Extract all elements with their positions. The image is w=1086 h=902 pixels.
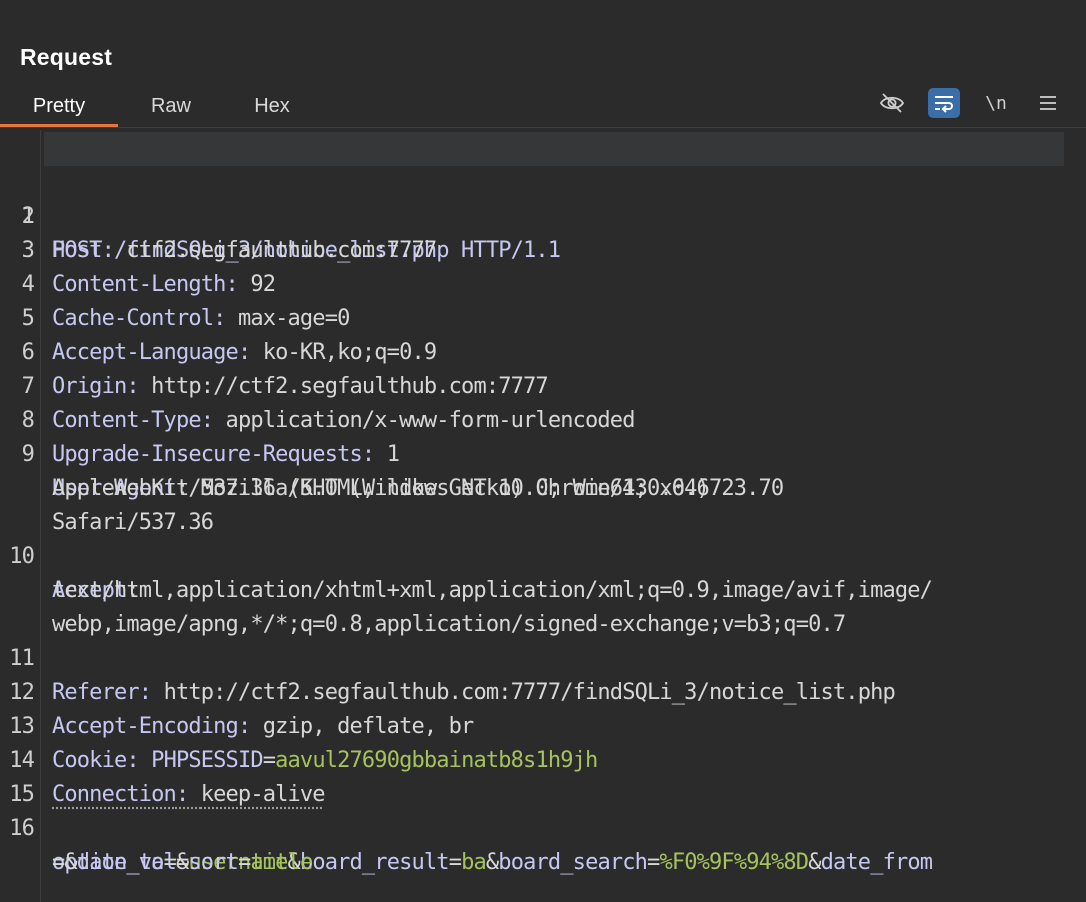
editor-line: 15 bbox=[0, 744, 1086, 807]
request-editor[interactable]: 1 POST /findSQLi_3/notice_list.php HTTP/… bbox=[0, 132, 1086, 875]
tab-hex[interactable]: Hex bbox=[234, 84, 310, 128]
eye-slash-icon[interactable] bbox=[876, 88, 908, 118]
param-value: title bbox=[250, 850, 313, 875]
editor-wrapped-line: text/html,application/xhtml+xml,applicat… bbox=[0, 540, 1086, 603]
editor-wrapped-line: =&date_to=&sort=title bbox=[52, 850, 313, 875]
editor-line: 2 Host: ctf2.segfaulthub.com:7777 bbox=[0, 166, 1086, 263]
param-key: board_result bbox=[299, 850, 450, 875]
editor-wrapped-line: webp,image/apng,*/*;q=0.8,application/si… bbox=[0, 574, 1086, 637]
menu-icon[interactable] bbox=[1032, 88, 1064, 118]
editor-line: 11 Referer: http://ctf2.segfaulthub.com:… bbox=[0, 608, 1086, 705]
tab-raw[interactable]: Raw bbox=[130, 84, 212, 128]
editor-line: 5 Accept-Language: ko-KR,ko;q=0.9 bbox=[0, 268, 1086, 365]
editor-line: 3 Content-Length: 92 bbox=[0, 200, 1086, 297]
param-key: board_search bbox=[498, 850, 648, 875]
editor-line: 9 User-Agent: Mozilla/5.0 (Windows NT 10… bbox=[0, 404, 1086, 501]
editor-line: 16 option_val=username&board_result=ba&b… bbox=[0, 778, 1086, 875]
editor-wrapped-line: Safari/537.36 bbox=[0, 472, 1086, 535]
view-tabs: Pretty Raw Hex bbox=[0, 84, 1086, 128]
request-panel: Request Pretty Raw Hex \n 1 POST /findSQ… bbox=[0, 0, 1086, 902]
editor-line: 8 Upgrade-Insecure-Requests: 1 bbox=[0, 370, 1086, 467]
tab-pretty[interactable]: Pretty bbox=[0, 84, 118, 128]
editor-line: 7 Content-Type: application/x-www-form-u… bbox=[0, 336, 1086, 433]
current-line-highlight bbox=[44, 132, 1064, 166]
editor-line: 14 Connection: keep-alive bbox=[0, 710, 1086, 807]
editor-line: 6 Origin: http://ctf2.segfaulthub.com:77… bbox=[0, 302, 1086, 399]
param-key: sort bbox=[188, 850, 238, 875]
tabbar-divider bbox=[0, 127, 1086, 128]
show-newlines-button[interactable]: \n bbox=[980, 88, 1012, 118]
editor-line: 12 Accept-Encoding: gzip, deflate, br bbox=[0, 642, 1086, 739]
editor-line: 4 Cache-Control: max-age=0 bbox=[0, 234, 1086, 331]
param-value: ba bbox=[461, 850, 487, 875]
param-key: date_to bbox=[76, 850, 165, 875]
param-key: date_from bbox=[820, 850, 933, 875]
editor-line: 1 POST /findSQLi_3/notice_list.php HTTP/… bbox=[0, 132, 1086, 263]
word-wrap-icon[interactable] bbox=[928, 88, 960, 118]
panel-title: Request bbox=[20, 44, 113, 70]
editor-line: 13 Cookie: PHPSESSID=aavul27690gbbainatb… bbox=[0, 676, 1086, 773]
editor-wrapped-line: AppleWebKit/537.36 (KHTML, like Gecko) C… bbox=[0, 438, 1086, 501]
editor-line: 10 Accept: bbox=[0, 506, 1086, 603]
param-value: %F0%9F%94%8D bbox=[659, 850, 809, 875]
